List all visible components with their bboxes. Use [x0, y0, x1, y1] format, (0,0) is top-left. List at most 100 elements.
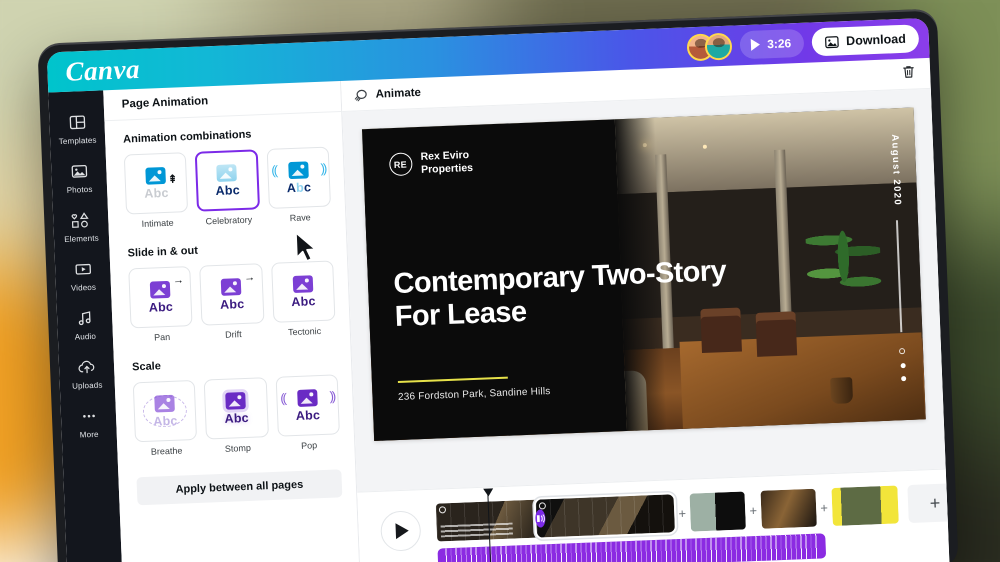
abc-glyph: Abc	[215, 182, 241, 198]
animation-label: Pop	[300, 440, 318, 451]
animate-label: Animate	[375, 86, 422, 101]
sidebar-item-label: Videos	[70, 282, 97, 293]
animation-label: Pan	[153, 331, 171, 343]
animation-grid-scale: Abc Breathe Abc Stomp (()) Abc Pop	[132, 374, 341, 457]
timeline-clip[interactable]	[831, 485, 899, 527]
animation-thumb: Abc	[132, 379, 198, 443]
clip-thumbnail	[831, 485, 899, 527]
image-glyph	[287, 160, 309, 179]
sidebar-item-label: Uploads	[71, 380, 103, 391]
animation-thumb: (( )) Abc	[266, 146, 331, 209]
add-transition-button[interactable]: +	[674, 494, 691, 533]
add-page-button[interactable]: +	[907, 482, 950, 524]
animation-thumb: ⇞ Abc	[123, 152, 189, 215]
sidebar-item-elements[interactable]: Elements	[53, 202, 110, 253]
add-transition-button[interactable]: +	[815, 488, 832, 527]
abc-glyph: Abc	[148, 299, 174, 315]
pan-icon: → Abc	[133, 273, 189, 318]
add-transition-button[interactable]: +	[744, 491, 761, 530]
timeline-play-button[interactable]	[379, 510, 422, 552]
vibrate-left-icon: ((	[279, 390, 286, 406]
image-glyph	[154, 394, 176, 413]
breathe-icon: Abc	[137, 390, 193, 432]
clip-caption-lines	[440, 522, 513, 538]
uploads-icon	[77, 360, 94, 374]
download-button[interactable]: Download	[811, 24, 920, 57]
clip-thumbnail	[535, 494, 676, 538]
intimate-icon: ⇞ Abc	[128, 162, 184, 204]
abc-glyph: Abc	[286, 179, 312, 195]
sidebar-item-label: Photos	[66, 184, 93, 195]
animation-option-tectonic[interactable]: Abc Tectonic	[270, 260, 336, 337]
arrow-right-icon: →	[172, 273, 185, 287]
timeline-clip[interactable]	[535, 494, 676, 538]
sidebar-item-uploads[interactable]: Uploads	[58, 349, 115, 400]
image-glyph	[216, 163, 238, 182]
section-title-slide: Slide in & out	[127, 244, 199, 260]
page-animation-panel: Page Animation Animation combinations ⇞	[103, 80, 362, 562]
tectonic-icon: Abc	[275, 271, 331, 313]
timeline-clip-row: + + + +	[435, 482, 950, 542]
topbar-actions: 3:26 Download	[686, 24, 920, 61]
slide-brand: RE Rex Eviro Properties	[388, 149, 473, 178]
panel-body: Animation combinations ⇞ Abc Intimate Ab…	[104, 112, 360, 562]
animation-grid-slide: → Abc Pan → Abc Drift Abc Tectonic	[128, 260, 336, 343]
arrow-right-icon: →	[243, 271, 256, 284]
animation-thumb: Abc	[203, 377, 269, 440]
more-icon	[82, 414, 95, 418]
sidebar-item-videos[interactable]: Videos	[55, 251, 112, 302]
animation-option-intimate[interactable]: ⇞ Abc Intimate	[123, 152, 189, 229]
animation-option-pop[interactable]: (( )) Abc Pop	[275, 374, 340, 451]
animation-thumb: Abc	[270, 260, 336, 323]
animation-option-pan[interactable]: → Abc Pan	[128, 266, 193, 343]
drift-icon: → Abc	[204, 271, 260, 315]
avatar[interactable]	[704, 32, 733, 61]
timeline-clip[interactable]	[689, 491, 746, 532]
animation-option-breathe[interactable]: Abc Breathe	[132, 379, 198, 457]
workspace: Templates Photos Elements Videos Audio U…	[48, 57, 950, 562]
photos-icon	[71, 164, 87, 178]
apply-between-all-pages-button[interactable]: Apply between all pages	[136, 469, 343, 506]
sidebar-item-photos[interactable]: Photos	[51, 153, 108, 204]
image-glyph	[225, 391, 247, 410]
animation-label: Drift	[224, 329, 242, 340]
sidebar-item-label: Templates	[58, 135, 97, 147]
slide-headline[interactable]: Contemporary Two-Story For Lease	[393, 255, 735, 334]
animation-label: Breathe	[150, 445, 183, 457]
animation-option-celebratory[interactable]: Abc Celebratory	[195, 149, 260, 226]
sidebar-item-audio[interactable]: Audio	[57, 300, 114, 351]
animate-button[interactable]: Animate	[353, 85, 421, 103]
animation-option-stomp[interactable]: Abc Stomp	[203, 377, 269, 454]
play-icon	[395, 522, 410, 540]
slide-page[interactable]: RE Rex Eviro Properties Contemporary Two…	[361, 107, 926, 441]
celebratory-icon: Abc	[200, 159, 256, 201]
sidebar-item-label: Elements	[64, 233, 99, 244]
device-screen: Canva 3:26 Download Templates Photos Ele…	[46, 17, 950, 562]
delete-button[interactable]	[901, 63, 917, 85]
sidebar-item-templates[interactable]: Templates	[49, 104, 106, 155]
animation-option-rave[interactable]: (( )) Abc Rave	[266, 146, 331, 224]
animation-thumb: → Abc	[128, 266, 193, 329]
animation-option-drift[interactable]: → Abc Drift	[199, 263, 265, 340]
vibrate-right-icon: ))	[320, 160, 326, 176]
image-glyph	[145, 166, 167, 185]
animate-icon	[354, 89, 367, 101]
abc-glyph: Abc	[224, 410, 250, 426]
abc-glyph: Abc	[295, 407, 321, 423]
duration-label: 3:26	[766, 36, 792, 52]
vibrate-left-icon: ((	[271, 162, 277, 178]
sidebar-item-more[interactable]: More	[60, 398, 117, 449]
timeline-clip[interactable]	[760, 488, 817, 529]
collaborator-avatars[interactable]	[686, 32, 733, 61]
arrow-up-icon: ⇞	[167, 173, 178, 186]
laptop-device: Canva 3:26 Download Templates Photos Ele…	[37, 8, 959, 562]
canvas-area: RE Rex Eviro Properties Contemporary Two…	[342, 88, 946, 492]
canva-logo[interactable]: Canva	[65, 53, 141, 86]
section-title-scale: Scale	[131, 360, 162, 374]
animation-grid-combinations: ⇞ Abc Intimate Abc Celebratory (()) Abc…	[123, 146, 332, 230]
preview-play-button[interactable]: 3:26	[739, 28, 805, 60]
photo-vase	[829, 377, 853, 405]
animation-label: Rave	[289, 212, 311, 224]
abc-glyph: Abc	[291, 293, 316, 309]
transition-icon	[536, 514, 545, 523]
